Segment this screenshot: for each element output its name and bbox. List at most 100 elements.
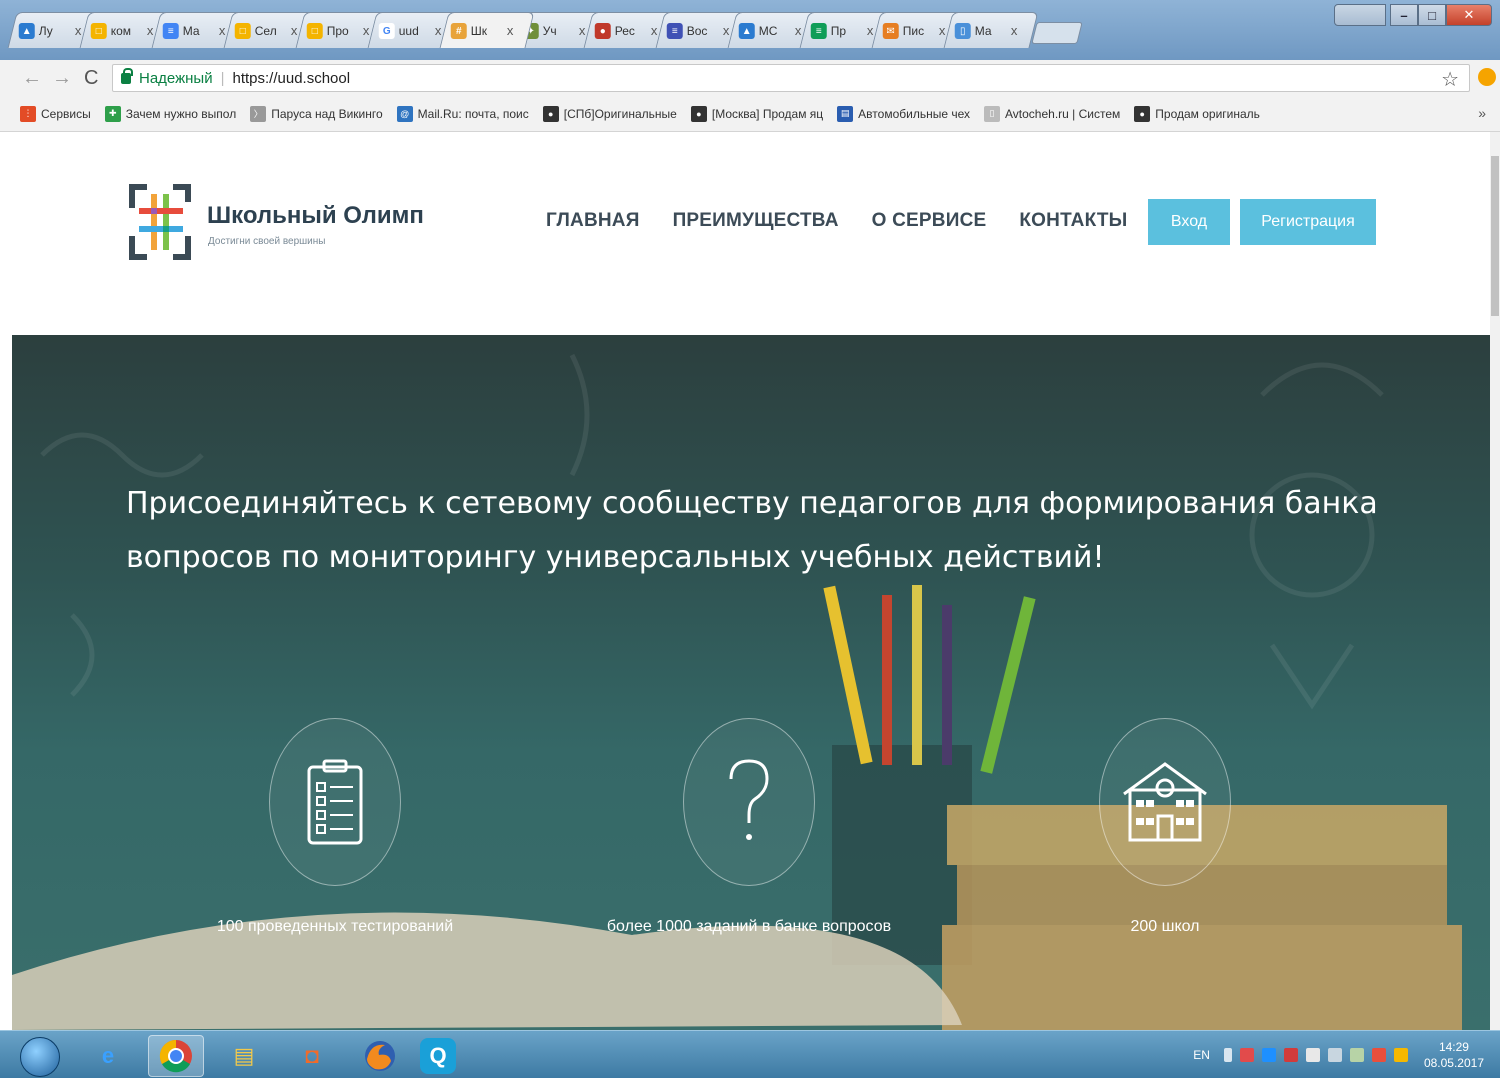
register-button[interactable]: Регистрация	[1240, 199, 1376, 245]
tab-title: Про	[326, 23, 349, 38]
tab-close-icon[interactable]: x	[579, 23, 586, 38]
nav-advantages[interactable]: ПРЕИМУЩЕСТВА	[673, 210, 839, 232]
bookmark-favicon-icon: ●	[542, 105, 559, 122]
bookmark-label: Сервисы	[41, 106, 91, 121]
bookmark-item[interactable]: ● [СПб]Оригинальные	[542, 105, 677, 122]
stat-circle	[683, 718, 815, 886]
url-text[interactable]: https://uud.school	[233, 70, 351, 87]
minimize-button[interactable]: –	[1390, 4, 1418, 26]
tab-close-icon[interactable]: x	[723, 23, 730, 38]
bookmark-label: Mail.Ru: почта, поис	[417, 106, 529, 121]
nav-about[interactable]: О СЕРВИСЕ	[872, 210, 987, 232]
tab-favicon-icon: □	[234, 22, 251, 39]
hero-section: Присоединяйтесь к сетевому сообществу пе…	[12, 335, 1490, 1030]
language-indicator[interactable]: EN	[1193, 1048, 1210, 1062]
tab-favicon-icon: ●	[594, 22, 611, 39]
qip-icon[interactable]: Q	[420, 1038, 456, 1074]
tray-app-icon[interactable]	[1239, 1048, 1254, 1062]
login-button[interactable]: Вход	[1148, 199, 1230, 245]
maximize-button[interactable]: □	[1418, 4, 1446, 26]
clock[interactable]: 14:29 08.05.2017	[1424, 1039, 1484, 1071]
firefox-icon[interactable]	[352, 1035, 408, 1077]
forward-arrow-icon[interactable]: →	[52, 68, 72, 88]
address-separator: |	[220, 69, 225, 87]
reload-icon[interactable]: C	[84, 68, 98, 88]
tab-favicon-icon: G	[378, 22, 395, 39]
explorer-icon[interactable]: ▤	[216, 1035, 272, 1077]
volume-icon[interactable]	[1393, 1048, 1408, 1062]
network-signal-icon[interactable]	[1349, 1048, 1364, 1062]
bookmark-star-icon[interactable]: ☆	[1441, 67, 1459, 92]
tab-close-icon[interactable]: x	[795, 23, 802, 38]
close-window-button[interactable]: ✕	[1446, 4, 1492, 26]
tab-favicon-icon: ▯	[954, 22, 971, 39]
profile-button[interactable]	[1334, 4, 1386, 26]
media-player-icon[interactable]: ◘	[284, 1035, 340, 1077]
clipboard-icon	[307, 759, 363, 845]
tab-close-icon[interactable]: x	[435, 23, 442, 38]
tab-favicon-icon: □	[90, 22, 107, 39]
tab-title: Лу	[38, 23, 53, 38]
tab-favicon-icon: ≡	[810, 22, 827, 39]
window-controls: – □ ✕	[1334, 4, 1492, 26]
new-tab-button[interactable]	[1031, 22, 1083, 44]
tray-expand-icon[interactable]	[1223, 1048, 1232, 1062]
site-logo-icon[interactable]	[125, 180, 195, 264]
scrollbar-thumb[interactable]	[1491, 156, 1499, 316]
start-button-icon[interactable]	[20, 1037, 60, 1077]
nav-home[interactable]: ГЛАВНАЯ	[546, 210, 640, 232]
stat-tests: 100 проведенных тестирований	[170, 718, 500, 936]
bluetooth-icon[interactable]	[1261, 1048, 1276, 1062]
page-scrollbar[interactable]	[1490, 132, 1500, 1030]
school-building-icon	[1123, 762, 1207, 842]
browser-toolbar: ← → C Надежный | https://uud.school ☆	[0, 60, 1500, 96]
taskbar: e ▤ ◘ Q EN 14:29 08.05.2017	[0, 1030, 1500, 1078]
tab-close-icon[interactable]: x	[75, 23, 82, 38]
bookmark-item[interactable]: 〉 Паруса над Викинго	[250, 105, 383, 122]
brand-name[interactable]: Школьный Олимп	[207, 202, 424, 230]
secure-label: Надежный	[139, 69, 213, 87]
bookmark-item[interactable]: ● Продам оригиналь	[1134, 105, 1260, 122]
bookmark-item[interactable]: ✚ Зачем нужно выпол	[104, 105, 237, 122]
tab-close-icon[interactable]: x	[147, 23, 154, 38]
bookmark-item[interactable]: @ Mail.Ru: почта, поис	[396, 105, 529, 122]
tab-close-icon[interactable]: x	[1011, 23, 1018, 38]
bookmark-item[interactable]: ▤ Автомобильные чех	[837, 105, 970, 122]
tray-app-icon[interactable]	[1371, 1048, 1386, 1062]
bookmark-favicon-icon: ⋮	[20, 105, 36, 122]
bookmark-item[interactable]: ● [Москва] Продам яц	[690, 105, 823, 122]
tab-close-icon[interactable]: x	[363, 23, 370, 38]
bookmarks-bar: ⋮ Сервисы ✚ Зачем нужно выпол 〉 Паруса над Ви…	[0, 96, 1500, 132]
browser-tab[interactable]: ▯ Ма x	[943, 12, 1039, 48]
bookmark-label: [СПб]Оригинальные	[563, 106, 677, 121]
bookmark-favicon-icon: ●	[1134, 105, 1151, 122]
tab-close-icon[interactable]: x	[219, 23, 226, 38]
back-arrow-icon[interactable]: ←	[22, 68, 42, 88]
tab-favicon-icon: #	[450, 22, 467, 39]
action-center-flag-icon[interactable]	[1305, 1048, 1320, 1062]
tab-title: Рес	[614, 23, 636, 38]
power-icon[interactable]	[1327, 1048, 1342, 1062]
tab-close-icon[interactable]: x	[651, 23, 658, 38]
tab-favicon-icon: ▲	[18, 22, 35, 39]
bookmark-label: Паруса над Викинго	[271, 106, 383, 121]
tab-close-icon[interactable]: x	[867, 23, 874, 38]
browser-tab[interactable]: # Шк x	[439, 12, 535, 48]
bookmark-item[interactable]: ⋮ Сервисы	[20, 105, 91, 122]
tab-close-icon[interactable]: x	[507, 23, 514, 38]
bookmark-favicon-icon: 〉	[250, 105, 267, 122]
bookmark-item[interactable]: ▯ Avtocheh.ru | Систем	[984, 105, 1120, 122]
tray-app-icon[interactable]	[1283, 1048, 1298, 1062]
nav-contacts[interactable]: КОНТАКТЫ	[1019, 210, 1127, 232]
stat-schools: 200 школ	[1000, 718, 1330, 936]
chrome-icon[interactable]	[148, 1035, 204, 1077]
tab-close-icon[interactable]: x	[291, 23, 298, 38]
extension-icon[interactable]	[1478, 68, 1496, 86]
web-page: Школьный Олимп Достигни своей вершины ГЛ…	[12, 132, 1490, 1030]
bookmarks-overflow-icon[interactable]: »	[1478, 105, 1486, 121]
tab-title: ком	[110, 23, 132, 38]
tab-close-icon[interactable]: x	[939, 23, 946, 38]
address-bar[interactable]: Надежный | https://uud.school ☆	[112, 64, 1470, 92]
ie-icon[interactable]: e	[80, 1035, 136, 1077]
bookmark-label: Зачем нужно выпол	[125, 106, 237, 121]
